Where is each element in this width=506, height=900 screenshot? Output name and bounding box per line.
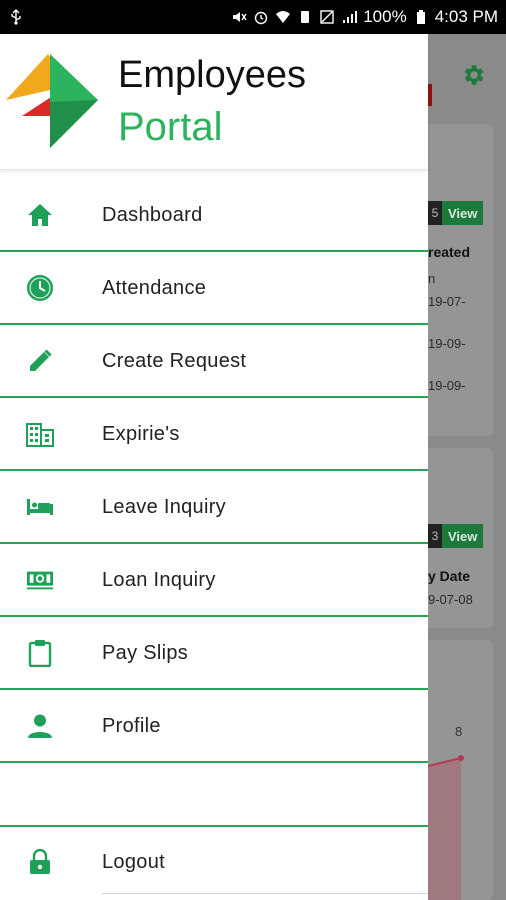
- signal-off-icon: [320, 10, 334, 24]
- menu-item-leave-inquiry[interactable]: Leave Inquiry: [0, 472, 428, 544]
- pencil-icon: [26, 347, 54, 375]
- building-icon: [26, 420, 54, 448]
- menu-item-label: Attendance: [102, 276, 207, 299]
- menu-item-logout[interactable]: Logout: [0, 825, 428, 897]
- menu-item-profile[interactable]: Profile: [0, 691, 428, 763]
- lock-icon: [26, 848, 54, 876]
- sim-icon: [301, 11, 310, 23]
- home-icon: [26, 201, 54, 229]
- menu-item-pay-slips[interactable]: Pay Slips: [0, 618, 428, 690]
- battery-icon: [416, 10, 425, 24]
- view-badge: 5 View: [428, 201, 484, 225]
- money-icon: [26, 566, 54, 594]
- menu-item-label: Pay Slips: [102, 641, 189, 664]
- app-logo-icon: [6, 54, 98, 148]
- menu-item-label: Dashboard: [102, 203, 203, 226]
- view-badge: 3 View: [428, 524, 484, 548]
- divider: [102, 893, 428, 894]
- usb-icon: [11, 9, 21, 25]
- menu-item-loan-inquiry[interactable]: Loan Inquiry: [0, 545, 428, 617]
- menu-item-dashboard[interactable]: Dashboard: [0, 180, 428, 252]
- settings-icon[interactable]: [460, 62, 486, 88]
- mute-icon: [233, 12, 247, 22]
- menu-item-label: Loan Inquiry: [102, 568, 216, 591]
- bed-icon: [26, 493, 54, 521]
- person-icon: [26, 712, 54, 740]
- menu-item-label: Leave Inquiry: [102, 495, 226, 518]
- drawer-header: Employees Portal: [0, 34, 428, 170]
- menu-item-label: Logout: [102, 850, 165, 873]
- signal-icon: [343, 11, 358, 23]
- menu-item-label: Profile: [102, 714, 161, 737]
- view-button[interactable]: View: [442, 524, 484, 548]
- clipboard-icon: [26, 639, 54, 667]
- menu-item-attendance[interactable]: Attendance: [0, 253, 428, 325]
- background-chart-line: [428, 755, 464, 900]
- menu-item-label: Create Request: [102, 349, 247, 372]
- app-title-line1: Employees: [118, 54, 306, 96]
- menu-item-label: Expirie's: [102, 422, 180, 445]
- view-button[interactable]: View: [442, 201, 484, 225]
- alarm-icon: [255, 11, 268, 25]
- menu-item-create-request[interactable]: Create Request: [0, 326, 428, 398]
- wifi-icon: [276, 11, 291, 23]
- navigation-drawer: Employees Portal Dashboard Attendance Crea…: [0, 34, 428, 900]
- status-time: 4:03 PM: [434, 7, 498, 26]
- status-bar: 100% 4:03 PM: [0, 0, 506, 34]
- battery-percent: 100%: [363, 7, 407, 26]
- menu-item-expirie-s[interactable]: Expirie's: [0, 399, 428, 471]
- app-title-line2: Portal: [118, 105, 223, 149]
- clock-icon: [26, 274, 54, 302]
